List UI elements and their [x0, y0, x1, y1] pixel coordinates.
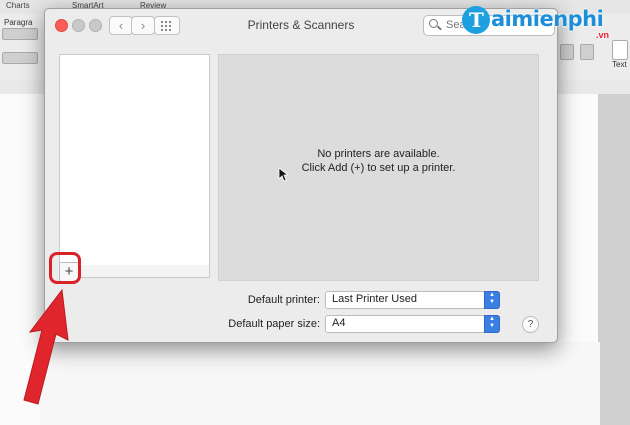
- default-printer-select[interactable]: Last Printer Used ▲ ▼: [325, 291, 500, 309]
- annotation-highlight-ring: [49, 252, 81, 284]
- background-gutter: [598, 94, 630, 425]
- chevron-updown-icon: ▲ ▼: [484, 291, 500, 309]
- search-icon: [429, 19, 438, 28]
- background-tool: [560, 44, 574, 60]
- paper-size-label: Default paper size:: [228, 318, 320, 330]
- help-button[interactable]: ?: [522, 316, 539, 333]
- printer-list-toolbar: [59, 265, 210, 278]
- paper-size-value: A4: [332, 317, 346, 329]
- add-instruction-line: Click Add (+) to set up a printer.: [301, 162, 456, 174]
- watermark-domain: .vn: [596, 30, 610, 40]
- printer-detail-pane: No printers are available. Click Add (+)…: [218, 54, 539, 281]
- ribbon-tab-charts: Charts: [6, 1, 30, 10]
- default-printer-label: Default printer:: [247, 294, 320, 306]
- background-tool: [2, 28, 38, 40]
- mouse-cursor-icon: [278, 167, 288, 182]
- paper-size-select[interactable]: A4 ▲ ▼: [325, 315, 500, 333]
- background-document-page: [40, 342, 600, 425]
- background-paragraph-label: Paragra: [4, 18, 33, 27]
- printer-list[interactable]: [59, 54, 210, 266]
- background-tool: [2, 52, 38, 64]
- watermark-text: aimienphi: [491, 7, 604, 31]
- background-text-label: Text: [612, 60, 627, 69]
- watermark-logo-icon: [462, 6, 490, 34]
- chevron-updown-icon: ▲ ▼: [484, 315, 500, 333]
- no-printers-line: No printers are available.: [317, 148, 440, 160]
- no-printers-message: No printers are available. Click Add (+)…: [219, 147, 538, 175]
- printers-scanners-window: ‹ › Printers & Scanners + No printers ar…: [44, 8, 558, 343]
- background-tool: [580, 44, 594, 60]
- background-tool: [612, 40, 628, 60]
- default-printer-value: Last Printer Used: [332, 293, 417, 305]
